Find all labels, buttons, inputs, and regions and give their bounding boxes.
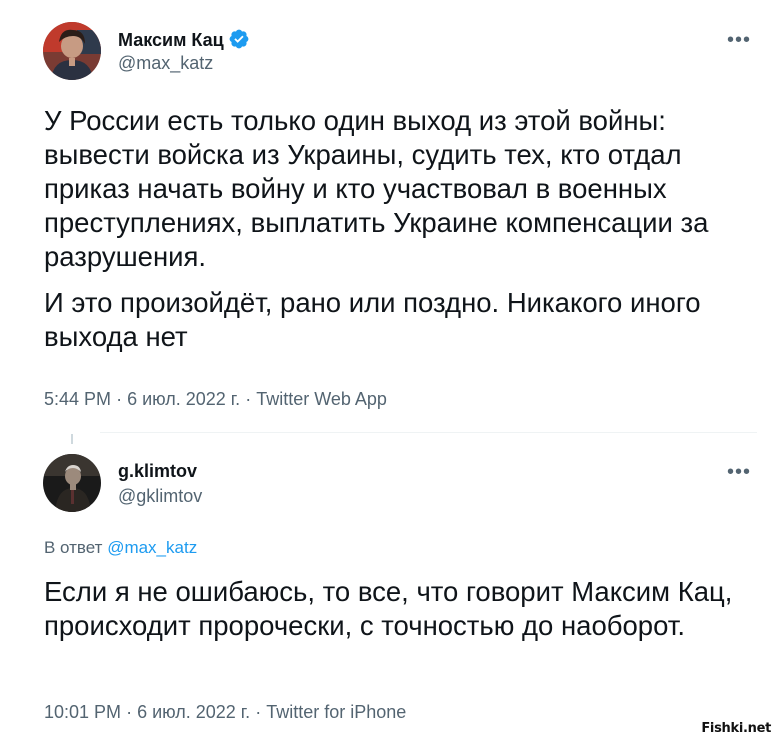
tweet-meta: 5:44 PM · 6 июл. 2022 г. · Twitter Web A… [44, 389, 387, 410]
tweet-paragraph: И это произойдёт, рано или поздно. Никак… [44, 287, 701, 352]
tweet-source[interactable]: Twitter Web App [256, 389, 387, 409]
reply-handle-link[interactable]: @max_katz [107, 538, 197, 557]
meta-separator: · [245, 389, 252, 409]
reply-to-line: В ответ @max_katz [44, 538, 197, 558]
more-options-icon[interactable]: ••• [727, 30, 751, 50]
tweet-time[interactable]: 5:44 PM [44, 389, 111, 409]
tweet-1: Максим Кац @max_katz ••• У России есть т… [0, 0, 777, 430]
tweet-paragraph: У России есть только один выход из этой … [44, 105, 709, 272]
tweet-2: g.klimtov @gklimtov ••• В ответ @max_kat… [0, 440, 777, 740]
display-name[interactable]: Максим Кац [118, 28, 250, 51]
tweet-date[interactable]: 6 июл. 2022 г. [137, 702, 250, 722]
avatar[interactable] [43, 22, 101, 80]
tweet-date[interactable]: 6 июл. 2022 г. [127, 389, 240, 409]
tweet-time[interactable]: 10:01 PM [44, 702, 121, 722]
divider [100, 432, 757, 433]
tweet-paragraph: Если я не ошибаюсь, то все, что говорит … [44, 576, 733, 641]
avatar[interactable] [43, 454, 101, 512]
user-handle[interactable]: @gklimtov [118, 486, 202, 507]
user-handle[interactable]: @max_katz [118, 53, 213, 74]
meta-separator: · [116, 389, 123, 409]
tweet-text: У России есть только один выход из этой … [44, 104, 764, 354]
reply-prefix: В ответ [44, 538, 103, 557]
tweet-source[interactable]: Twitter for iPhone [266, 702, 406, 722]
meta-separator: · [126, 702, 133, 722]
meta-separator: · [255, 702, 262, 722]
more-options-icon[interactable]: ••• [727, 462, 751, 482]
watermark: Fishki.net [701, 721, 771, 736]
display-name[interactable]: g.klimtov [118, 461, 197, 482]
tweet-meta: 10:01 PM · 6 июл. 2022 г. · Twitter for … [44, 702, 406, 723]
tweet-text: Если я не ошибаюсь, то все, что говорит … [44, 575, 734, 643]
verified-badge-icon [229, 29, 249, 49]
